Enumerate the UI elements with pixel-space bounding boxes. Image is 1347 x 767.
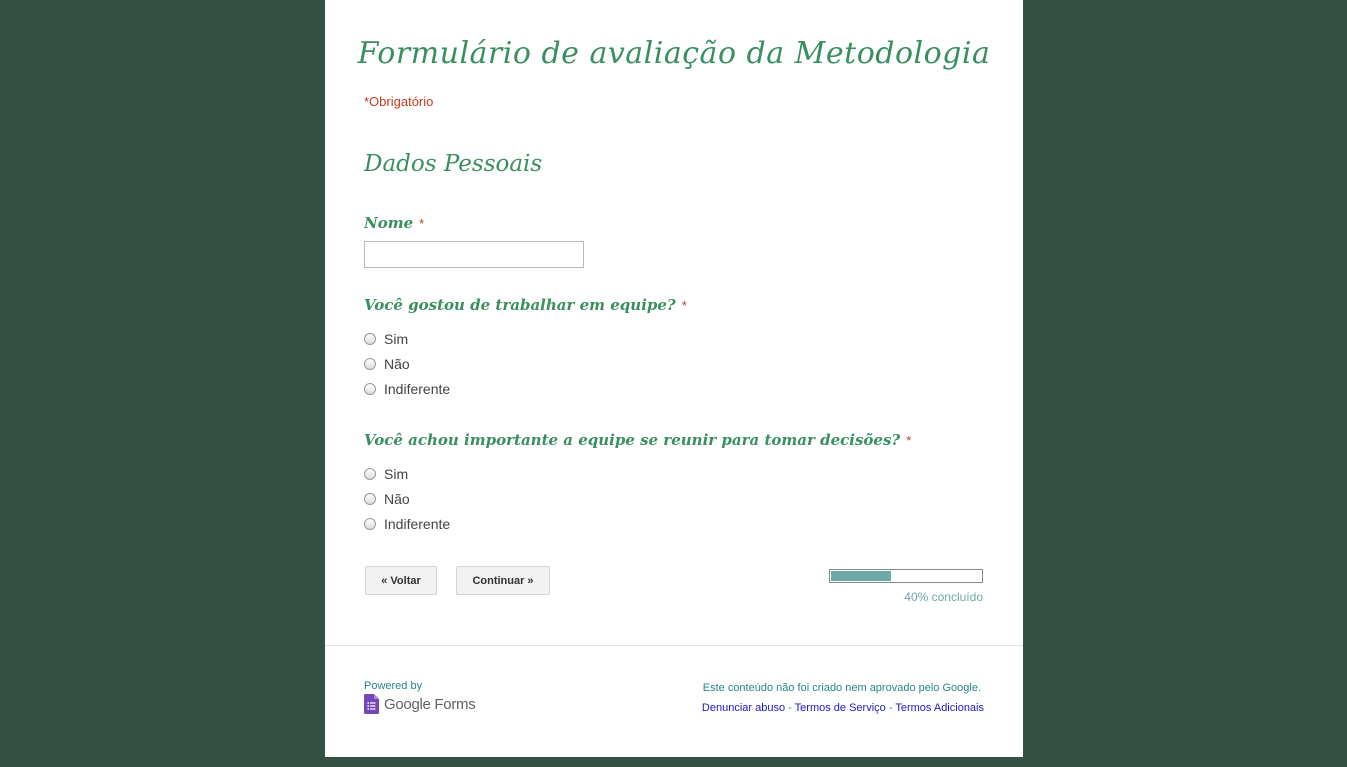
required-note: *Obrigatório: [364, 94, 434, 109]
google-forms-wordmark: Google Forms: [384, 695, 476, 713]
radio-button[interactable]: [364, 493, 376, 505]
question-meetings-label: Você achou importante a equipe se reunir…: [364, 431, 911, 449]
footer-divider: [325, 645, 1023, 646]
option-label[interactable]: Não: [384, 491, 410, 507]
radio-button[interactable]: [364, 358, 376, 370]
option-label[interactable]: Sim: [384, 331, 408, 347]
continue-button[interactable]: Continuar »: [456, 566, 550, 595]
option-label[interactable]: Não: [384, 356, 410, 372]
radio-option[interactable]: Não: [364, 356, 410, 372]
powered-by-label: Powered by: [364, 680, 423, 692]
terms-of-service-link[interactable]: Termos de Serviço: [795, 702, 886, 714]
option-label[interactable]: Indiferente: [384, 516, 450, 532]
option-label[interactable]: Sim: [384, 466, 408, 482]
footer-links: Denunciar abuso - Termos de Serviço - Te…: [702, 702, 984, 714]
link-separator: -: [885, 702, 896, 714]
radio-option[interactable]: Não: [364, 491, 410, 507]
section-title: Dados Pessoais: [364, 151, 543, 177]
radio-button[interactable]: [364, 468, 376, 480]
question-name-label: Nome *: [364, 214, 424, 232]
question-label-text: Nome: [364, 214, 414, 232]
required-star: *: [906, 433, 912, 448]
progress-fill: [831, 571, 891, 581]
name-input[interactable]: [364, 241, 584, 268]
progress-bar: [829, 569, 983, 583]
link-separator: -: [785, 702, 795, 714]
radio-option[interactable]: Indiferente: [364, 516, 450, 532]
required-star: *: [681, 298, 687, 313]
google-disclaimer: Este conteúdo não foi criado nem aprovad…: [702, 682, 981, 694]
radio-button[interactable]: [364, 518, 376, 530]
form-title: Formulário de avaliação da Metodologia: [357, 36, 991, 71]
radio-option[interactable]: Sim: [364, 331, 408, 347]
radio-button[interactable]: [364, 333, 376, 345]
back-button[interactable]: « Voltar: [365, 566, 437, 595]
report-abuse-link[interactable]: Denunciar abuso: [702, 702, 785, 714]
additional-terms-link[interactable]: Termos Adicionais: [895, 702, 984, 714]
progress-label: 40% concluído: [904, 590, 983, 604]
question-label-text: Você gostou de trabalhar em equipe?: [364, 296, 676, 314]
google-forms-logo[interactable]: Google Forms: [364, 694, 476, 714]
radio-option[interactable]: Indiferente: [364, 381, 450, 397]
form-card: Formulário de avaliação da Metodologia *…: [325, 0, 1023, 757]
question-teamwork-label: Você gostou de trabalhar em equipe? *: [364, 296, 687, 314]
required-star: *: [419, 216, 425, 231]
radio-button[interactable]: [364, 383, 376, 395]
question-label-text: Você achou importante a equipe se reunir…: [364, 431, 901, 449]
google-forms-icon: [364, 694, 379, 714]
option-label[interactable]: Indiferente: [384, 381, 450, 397]
radio-option[interactable]: Sim: [364, 466, 408, 482]
